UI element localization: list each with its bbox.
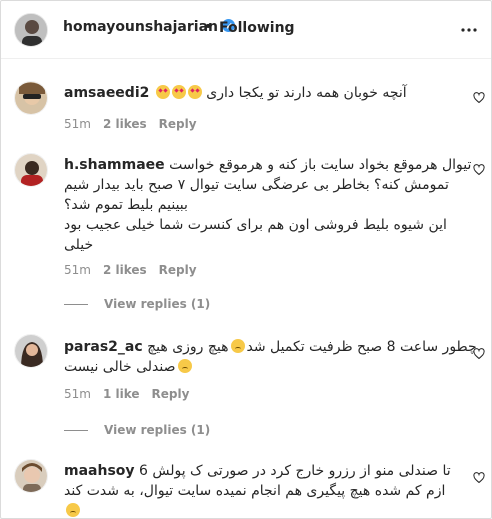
comment-username[interactable]: maahsoy [64, 463, 135, 479]
comment-text-line: این شیوه بلیط فروشی اون هم برای کنسرت شم… [64, 217, 447, 233]
sad-face-emoji-icon [66, 503, 80, 517]
comment-time[interactable]: 51m [64, 263, 91, 277]
comment-text-line: تیوال هرموقع بخواد سایت باز کنه و هرموقع… [169, 157, 472, 173]
sad-face-emoji-icon [177, 359, 192, 373]
comment-likes[interactable]: 2 likes [103, 263, 147, 277]
author-avatar[interactable] [14, 13, 48, 47]
view-replies-button[interactable]: View replies (1) [64, 297, 210, 311]
reply-button[interactable]: Reply [159, 117, 197, 131]
comment-likes[interactable]: 2 likes [103, 117, 147, 131]
comment-item: paras2_ac هیچ روزی هیچ چطور ساعت 8 صبح ظر… [1, 329, 491, 439]
sad-face-emoji-icon [230, 339, 245, 353]
comments-panel: homayounshajarian • Following amsaeedi2 … [0, 0, 492, 519]
like-heart-icon[interactable] [473, 89, 485, 104]
view-replies-label[interactable]: View replies (1) [104, 297, 210, 311]
commenter-avatar[interactable] [14, 153, 48, 187]
comment-item: amsaeedi2 آنچه خوبان همه دارند تو یکجا د… [1, 73, 491, 143]
star-struck-emoji-icon [154, 85, 202, 101]
reply-button[interactable]: Reply [152, 387, 190, 401]
author-username-text[interactable]: homayounshajarian [63, 19, 218, 35]
comment-username[interactable]: paras2_ac [64, 339, 143, 355]
view-replies-label[interactable]: View replies (1) [104, 423, 210, 437]
comment-text-line: تمومش کنه؟ بخاطر بی عرضگی سایت تیوال ۷ ص… [64, 177, 449, 193]
comment-text-line: صندلی خالی نیست [64, 359, 176, 375]
comment-likes[interactable]: 1 like [103, 387, 140, 401]
comment-text-line: ازم کم شده هیچ پیگیری هم انجام نمیده سای… [64, 483, 446, 499]
like-heart-icon[interactable] [473, 161, 485, 176]
comment-body: maahsoy تا صندلی منو از رزرو خارج کرد در… [64, 461, 464, 518]
comment-text-line: تا صندلی منو از رزرو خارج کرد در صورتی ک… [138, 463, 451, 479]
comment-text-line: ببینیم بلیط تموم شد؟ [64, 197, 188, 213]
replies-divider-line [64, 304, 88, 305]
view-replies-button[interactable]: View replies (1) [64, 423, 210, 437]
following-button[interactable]: Following [219, 20, 295, 36]
replies-divider-line [64, 430, 88, 431]
comment-meta: 51m 2 likes Reply [64, 263, 209, 277]
comment-item: h.shammaee تیوال هرموقع بخواد سایت باز ک… [1, 145, 491, 315]
reply-button[interactable]: Reply [159, 263, 197, 277]
commenter-avatar[interactable] [14, 81, 48, 115]
comment-text-line: خیلی [64, 237, 94, 253]
comment-body: paras2_ac هیچ روزی هیچ چطور ساعت 8 صبح ظر… [64, 337, 477, 377]
comment-item: maahsoy تا صندلی منو از رزرو خارج کرد در… [1, 453, 491, 518]
comment-text: آنچه خوبان همه دارند تو یکجا داری [206, 85, 407, 101]
more-horizontal-icon[interactable] [460, 21, 478, 39]
comment-time[interactable]: 51m [64, 117, 91, 131]
comment-body: amsaeedi2 آنچه خوبان همه دارند تو یکجا د… [64, 83, 464, 103]
post-header: homayounshajarian • Following [1, 1, 491, 59]
comment-meta: 51m 2 likes Reply [64, 117, 209, 131]
comment-username[interactable]: h.shammaee [64, 157, 165, 173]
comment-text-line: چطور ساعت 8 صبح ظرفیت تکمیل شد [246, 339, 477, 355]
comment-meta: 51m 1 like Reply [64, 387, 201, 401]
comment-body: h.shammaee تیوال هرموقع بخواد سایت باز ک… [64, 155, 471, 255]
header-separator: • [204, 19, 213, 35]
commenter-avatar[interactable] [14, 459, 48, 493]
like-heart-icon[interactable] [473, 469, 485, 484]
comment-username[interactable]: amsaeedi2 [64, 85, 149, 101]
comment-text-line: هیچ روزی هیچ [147, 339, 229, 355]
commenter-avatar[interactable] [14, 334, 48, 368]
like-heart-icon[interactable] [473, 345, 485, 360]
comment-time[interactable]: 51m [64, 387, 91, 401]
